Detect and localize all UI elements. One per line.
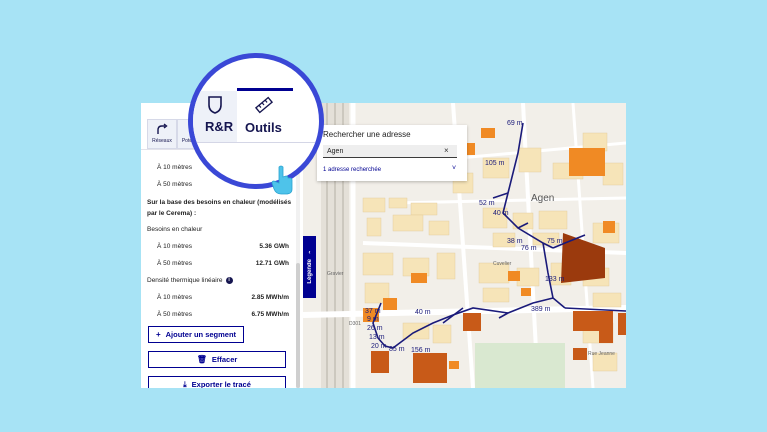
distance-label: 389 m (531, 306, 551, 313)
distance-label: 75 m (547, 238, 563, 245)
besoins-50m: À 50 mètres 12.71 GWh (157, 260, 289, 267)
distance-label: 26 m (367, 325, 383, 332)
besoins-50m-value: 12.71 GWh (255, 260, 289, 267)
tab-rr[interactable]: R&R (193, 91, 238, 143)
densite-label: Densité thermique linéaire i (147, 276, 293, 286)
plus-icon: + (155, 330, 161, 339)
city-label: Agen (531, 193, 554, 204)
besoins-10m: À 10 mètres 5.36 GWh (157, 243, 289, 250)
trash-icon: 🗑 (196, 355, 207, 364)
address-search-panel: Rechercher une adresse × 1 adresse reche… (317, 125, 467, 181)
street-label: D301 (349, 321, 361, 327)
tab-reseaux[interactable]: Réseaux (147, 119, 177, 149)
magnifier-highlight: R&R Outils (188, 53, 324, 189)
chevron-left-icon: ‹ (308, 250, 311, 257)
distance-label: 13 m (369, 334, 385, 341)
hand-pointer-icon (271, 165, 293, 195)
densite-10m-value: 2.85 MWh/m (251, 294, 289, 301)
export-button[interactable]: ⤓ Exporter le tracé (148, 376, 286, 388)
info-icon[interactable]: i (225, 276, 233, 284)
distance-label: 76 m (521, 245, 537, 252)
densite-50m: À 50 mètres 6.75 MWh/m (157, 311, 289, 318)
close-icon[interactable]: × (444, 146, 449, 155)
magnifier-divider (193, 142, 319, 143)
distance-label: 20 m (371, 343, 387, 350)
distance-label: 37 m (365, 308, 381, 315)
search-title: Rechercher une adresse (323, 130, 411, 139)
street-label: Cuvelier (493, 261, 512, 267)
network-icon (157, 123, 168, 134)
scrollbar-thumb[interactable] (296, 263, 300, 388)
distance-label: 133 m (545, 276, 565, 283)
chevron-down-icon[interactable]: ˅ (452, 165, 456, 172)
densite-10m: À 10 mètres 2.85 MWh/m (157, 294, 289, 301)
tab-outils[interactable]: Outils (237, 88, 293, 143)
street-label: Rue Jeanne (588, 351, 615, 357)
distance-label: 38 m (507, 238, 523, 245)
add-segment-button[interactable]: + Ajouter un segment (148, 326, 244, 343)
distance-label: 69 m (507, 120, 523, 127)
search-input[interactable] (323, 145, 457, 158)
shield-icon (208, 96, 222, 114)
tab-outils-label: Outils (245, 120, 282, 135)
distance-label: 40 m (415, 309, 431, 316)
distance-label: 156 m (411, 347, 431, 354)
distance-label: 40 m (493, 210, 509, 217)
search-result-count[interactable]: 1 adresse recherchée (323, 167, 381, 173)
download-icon: ⤓ (183, 379, 187, 389)
section-title: Sur la base des besoins en chaleur (modé… (147, 199, 292, 217)
legend-label: Légende (306, 259, 313, 284)
tab-rr-label: R&R (205, 119, 234, 134)
distance-label: 85 m (389, 346, 405, 353)
densite-50m-value: 6.75 MWh/m (251, 311, 289, 318)
distance-label: 9 m (367, 316, 379, 323)
tab-reseaux-label: Réseaux (152, 138, 172, 144)
besoins-10m-value: 5.36 GWh (259, 243, 289, 250)
street-label: Gravier (327, 271, 344, 277)
besoins-label: Besoins en chaleur (147, 226, 203, 233)
clear-button[interactable]: 🗑 Effacer (148, 351, 286, 368)
legend-toggle[interactable]: ‹ Légende (303, 236, 316, 298)
distance-label: 52 m (479, 200, 495, 207)
distance-label: 105 m (485, 160, 505, 167)
ruler-icon (254, 96, 274, 114)
